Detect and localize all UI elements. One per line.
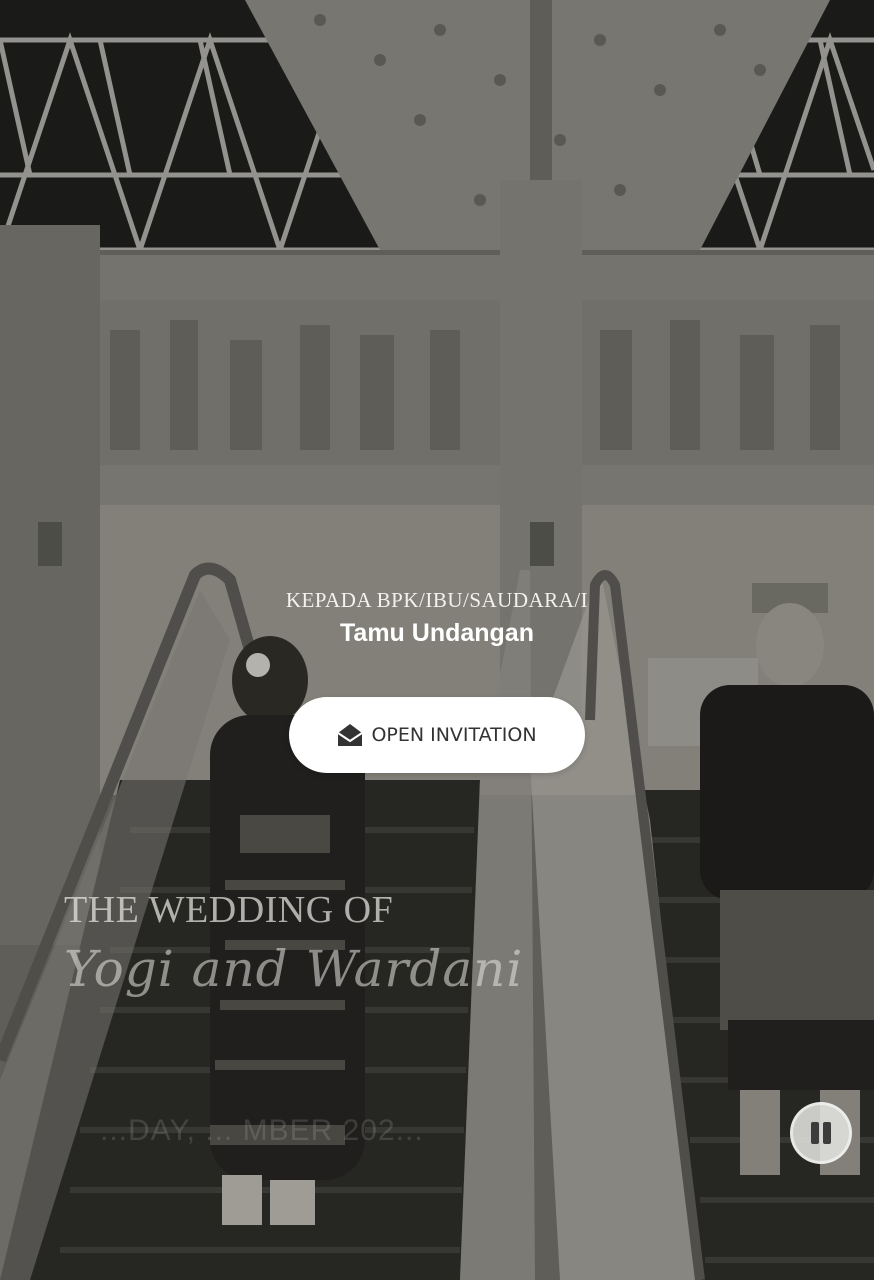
wedding-of-heading: THE WEDDING OF: [64, 889, 394, 931]
recipient-prefix: KEPADA BPK/IBU/SAUDARA/I: [285, 588, 589, 612]
couple-names: Yogi and Wardani: [64, 940, 524, 998]
music-pause-button[interactable]: [790, 1102, 852, 1164]
wedding-date: ...DAY, ... MBER 202...: [100, 1114, 424, 1147]
pause-icon: [809, 1122, 833, 1144]
guest-name: Tamu Undangan: [340, 619, 534, 647]
open-invitation-label: OPEN INVITATION: [371, 724, 537, 746]
open-invitation-button[interactable]: OPEN INVITATION: [289, 697, 585, 773]
envelope-open-icon: [337, 722, 363, 748]
